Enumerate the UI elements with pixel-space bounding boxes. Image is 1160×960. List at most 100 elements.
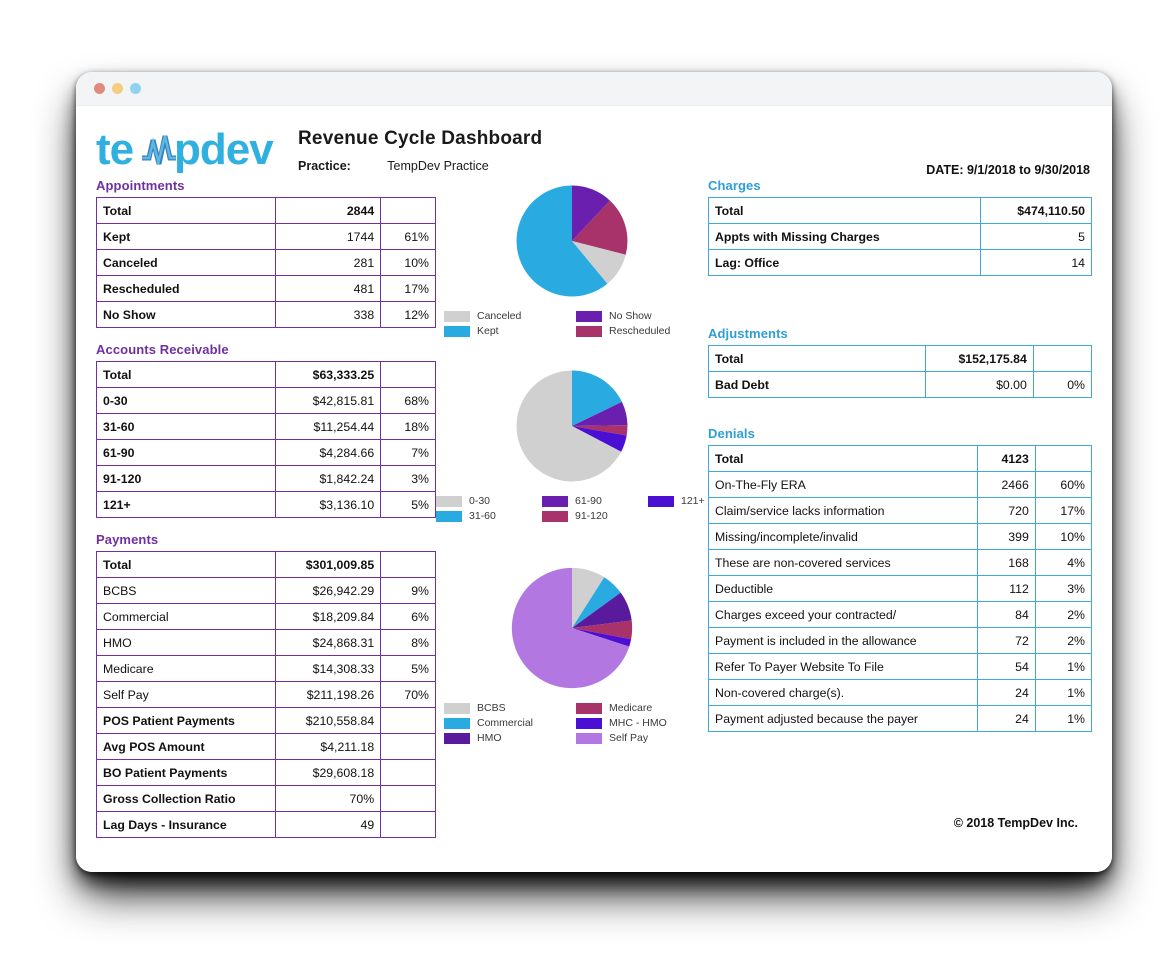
table-row: Total $63,333.25 (96, 361, 436, 388)
table-row: Canceled 281 10% (96, 249, 436, 276)
legend-item: MHC - HMO (576, 717, 694, 729)
row-label: Self Pay (96, 681, 276, 708)
right-column: Charges Total $474,110.50 Appts with Missi… (708, 178, 1093, 852)
table-row: Kept 1744 61% (96, 223, 436, 250)
row-label: HMO (96, 629, 276, 656)
table-row: Total $301,009.85 (96, 551, 436, 578)
row-percent: 5% (380, 655, 436, 682)
denials-section: Denials Total 4123 On-The-Fly ERA 2466 60% Cl… (708, 426, 1093, 732)
row-value: 168 (976, 549, 1036, 576)
row-percent: 17% (380, 275, 436, 302)
row-label: Total (96, 551, 276, 578)
row-label: Total (708, 345, 926, 372)
footer-copyright: © 2018 TempDev Inc. (953, 816, 1078, 830)
table-row: 31-60 $11,254.44 18% (96, 413, 436, 440)
row-percent: 9% (380, 577, 436, 604)
row-label: Rescheduled (96, 275, 276, 302)
row-value: 281 (274, 249, 382, 276)
row-label: POS Patient Payments (96, 707, 276, 734)
legend-label: BCBS (477, 702, 506, 714)
row-percent (380, 733, 436, 760)
accounts-receivable-pie-legend: 0-30 61-90 121+ 31-60 91-120 (436, 495, 708, 522)
legend-label: Kept (477, 325, 499, 337)
row-percent: 10% (380, 249, 436, 276)
row-percent: 1% (1034, 653, 1093, 680)
page-title: Revenue Cycle Dashboard (298, 128, 543, 149)
practice-row: Practice: TempDev Practice (298, 159, 542, 173)
table-row: Total 2844 (96, 197, 436, 224)
table-row: Self Pay $211,198.26 70% (96, 681, 436, 708)
row-label: On-The-Fly ERA (708, 471, 978, 498)
row-label: 31-60 (96, 413, 276, 440)
row-label: 61-90 (96, 439, 276, 466)
table-row: Lag Days - Insurance 49 (96, 811, 436, 838)
row-label: Deductible (708, 575, 978, 602)
charges-title: Charges (708, 178, 761, 193)
appointments-pie-legend: Canceled No Show Kept Rescheduled (436, 310, 708, 337)
row-percent (380, 197, 436, 224)
legend-label: Canceled (477, 310, 522, 322)
denials-title: Denials (708, 426, 755, 441)
table-row: Lag: Office 14 (708, 249, 1093, 276)
table-row: BO Patient Payments $29,608.18 (96, 759, 436, 786)
row-percent (1034, 445, 1093, 472)
legend-item: 31-60 (436, 510, 528, 522)
legend-item: 91-120 (542, 510, 634, 522)
table-row: 0-30 $42,815.81 68% (96, 387, 436, 414)
row-value: 481 (274, 275, 382, 302)
legend-item: Kept (444, 325, 562, 337)
table-row: Rescheduled 481 17% (96, 275, 436, 302)
title-block: Revenue Cycle Dashboard Practice: TempDe… (298, 128, 542, 173)
row-label: Commercial (96, 603, 276, 630)
row-label: Charges exceed your contracted/ (708, 601, 978, 628)
row-label: Payment adjusted because the payer (708, 705, 978, 732)
legend-swatch (576, 732, 602, 744)
row-percent: 3% (380, 465, 436, 492)
legend-item: No Show (576, 310, 694, 322)
legend-label: 91-120 (575, 510, 608, 522)
row-value: $4,284.66 (274, 439, 382, 466)
row-percent (380, 811, 436, 838)
row-label: 0-30 (96, 387, 276, 414)
table-row: Missing/incomplete/invalid 399 10% (708, 523, 1093, 550)
legend-item: Rescheduled (576, 325, 694, 337)
row-percent: 18% (380, 413, 436, 440)
close-dot[interactable] (94, 83, 105, 94)
charts-column: Canceled No Show Kept Rescheduled 0-30 61-90… (436, 178, 708, 852)
row-value: $210,558.84 (274, 707, 382, 734)
row-value: 49 (274, 811, 382, 838)
appointments-section: Appointments Total 2844 Kept 1744 61% Cancele… (96, 178, 436, 328)
table-row: HMO $24,868.31 8% (96, 629, 436, 656)
legend-label: 121+ (681, 495, 705, 507)
browser-window: te pdev Revenue Cycle Dashboard Practice… (76, 72, 1112, 872)
row-value: $4,211.18 (274, 733, 382, 760)
row-value: $63,333.25 (274, 361, 382, 388)
row-label: BO Patient Payments (96, 759, 276, 786)
legend-label: MHC - HMO (609, 717, 667, 729)
table-row: 91-120 $1,842.24 3% (96, 465, 436, 492)
row-label: Gross Collection Ratio (96, 785, 276, 812)
practice-value: TempDev Practice (387, 159, 489, 173)
adjustments-title: Adjustments (708, 326, 788, 341)
svg-text:te: te (96, 125, 133, 174)
row-label: Total (708, 197, 981, 224)
legend-swatch (444, 717, 470, 729)
minimize-dot[interactable] (112, 83, 123, 94)
row-value: 399 (976, 523, 1036, 550)
row-value: 1744 (274, 223, 382, 250)
table-row: 121+ $3,136.10 5% (96, 491, 436, 518)
row-label: Non-covered charge(s). (708, 679, 978, 706)
row-value: 24 (976, 679, 1036, 706)
legend-label: 0-30 (469, 495, 491, 507)
table-row: Avg POS Amount $4,211.18 (96, 733, 436, 760)
row-percent: 8% (380, 629, 436, 656)
row-percent: 1% (1034, 679, 1093, 706)
legend-swatch (444, 702, 470, 714)
charges-section: Charges Total $474,110.50 Appts with Missi… (708, 178, 1093, 276)
row-percent: 61% (380, 223, 436, 250)
row-label: Refer To Payer Website To File (708, 653, 978, 680)
legend-label: Medicare (609, 702, 653, 714)
row-percent: 1% (1034, 705, 1093, 732)
maximize-dot[interactable] (130, 83, 141, 94)
row-value: 2844 (274, 197, 382, 224)
